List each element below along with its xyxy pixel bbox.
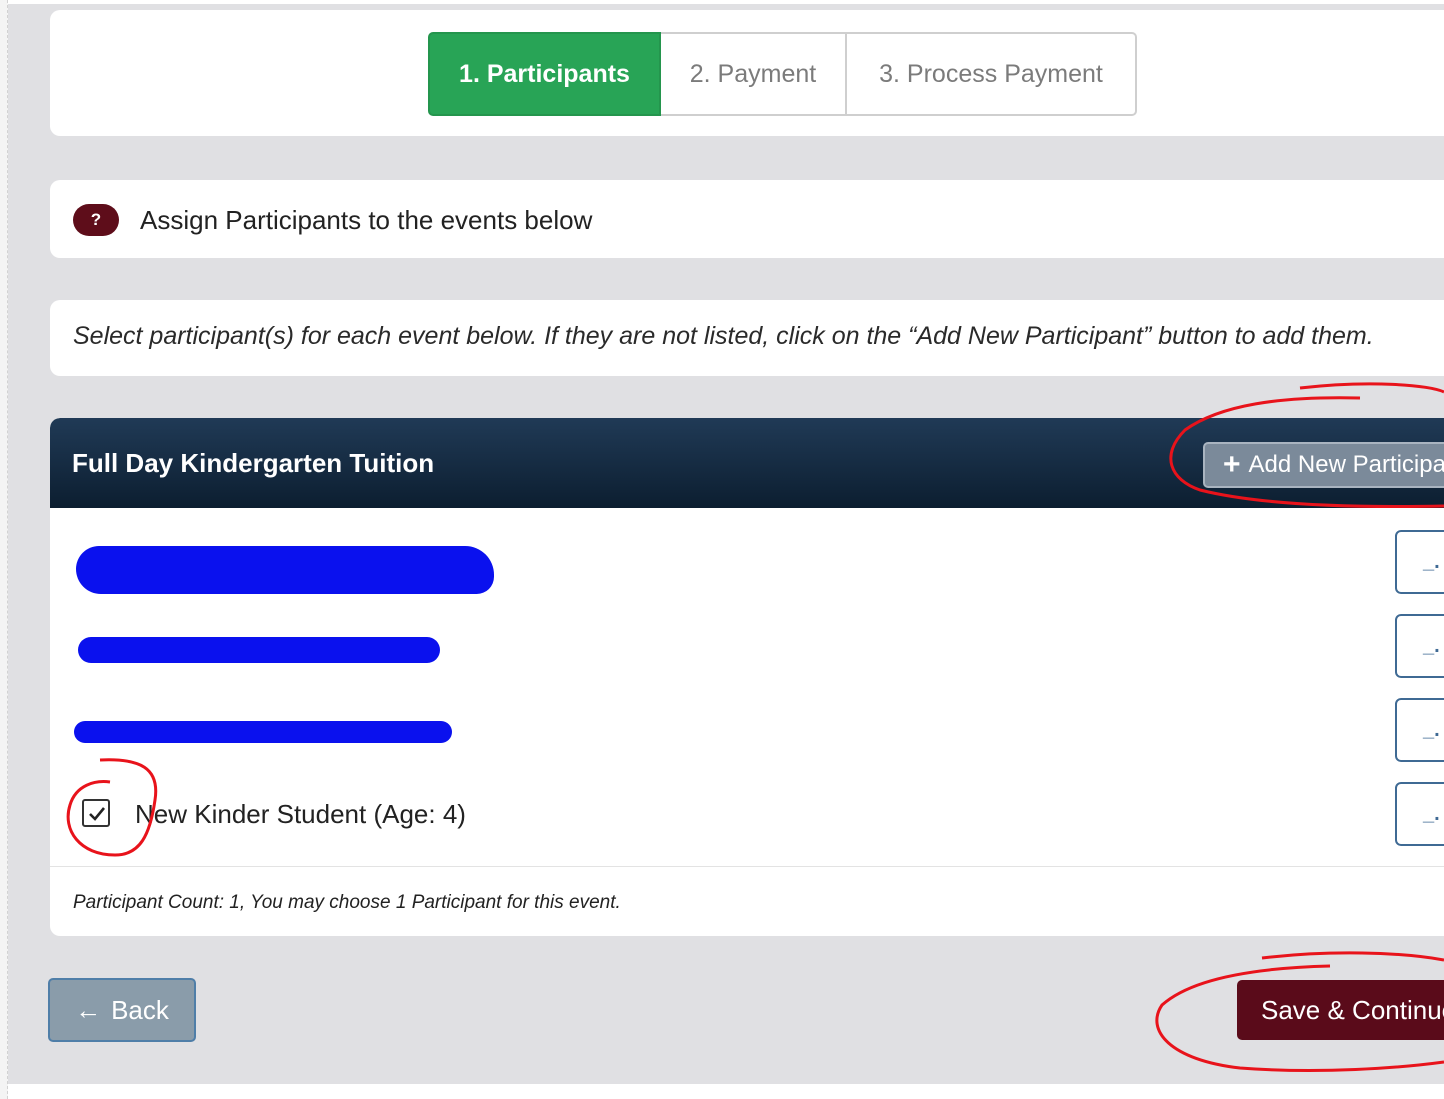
add-new-participant-label: Add New Participant (1248, 451, 1444, 478)
question-icon[interactable]: ? (73, 204, 119, 236)
save-continue-label: Save & Continue (1261, 994, 1444, 1025)
step-tabs: 1. Participants 2. Payment 3. Process Pa… (428, 32, 1137, 116)
back-label: Back (111, 994, 169, 1025)
edit-icon: _. (1423, 634, 1440, 657)
edit-icon: _. (1423, 802, 1440, 825)
event-header: Full Day Kindergarten Tuition + Add New … (50, 418, 1444, 508)
add-new-participant-button[interactable]: + Add New Participant (1203, 442, 1444, 488)
edit-participant-button[interactable]: _. (1395, 530, 1444, 594)
step-payment[interactable]: 2. Payment (661, 32, 847, 116)
edit-participant-button[interactable]: _. (1395, 614, 1444, 678)
event-title: Full Day Kindergarten Tuition (72, 448, 435, 478)
instructions-text: Select participant(s) for each event bel… (73, 322, 1374, 350)
participant-checkbox[interactable] (82, 799, 110, 827)
redaction-mark (78, 637, 440, 663)
divider (50, 866, 1444, 867)
edit-participant-button[interactable]: _. (1395, 698, 1444, 762)
edit-icon: _. (1423, 550, 1440, 573)
assign-heading: Assign Participants to the events below (140, 205, 593, 235)
save-continue-button[interactable]: Save & Continue (1237, 980, 1444, 1040)
redaction-mark (74, 721, 452, 743)
redaction-mark (76, 546, 494, 594)
participant-label[interactable]: New Kinder Student (Age: 4) (135, 799, 466, 830)
window-edge (0, 0, 8, 1099)
plus-icon: + (1223, 448, 1241, 481)
participant-count: Participant Count: 1, You may choose 1 P… (73, 892, 621, 913)
arrow-left-icon: ← (75, 994, 102, 1025)
event-card: Full Day Kindergarten Tuition + Add New … (50, 418, 1444, 936)
back-button[interactable]: ← Back (48, 978, 196, 1042)
edit-icon: _. (1423, 718, 1440, 741)
step-participants[interactable]: 1. Participants (428, 32, 661, 116)
edit-participant-button[interactable]: _. (1395, 782, 1444, 846)
step-process-payment[interactable]: 3. Process Payment (847, 32, 1137, 116)
